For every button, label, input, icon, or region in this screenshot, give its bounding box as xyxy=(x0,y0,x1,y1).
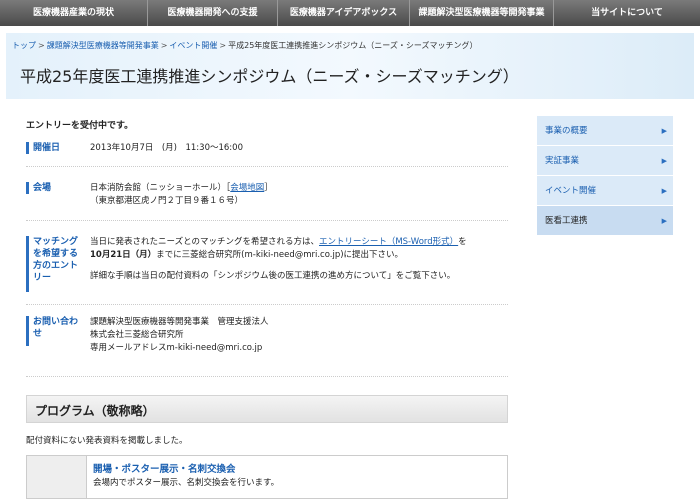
sidebar-item-label: イベント開催 xyxy=(545,186,597,196)
nav-item-development-support[interactable]: 医療機器開発への支援 xyxy=(148,0,278,26)
divider xyxy=(26,304,508,305)
program-item-title: 開場・ポスター展示・名刺交換会 xyxy=(93,464,236,475)
contact-label: お問い合わせ xyxy=(26,316,80,346)
nav-item-idea-box[interactable]: 医療機器アイデアボックス xyxy=(278,0,410,26)
sidebar-item-demonstration[interactable]: 実証事業 ▶ xyxy=(537,146,673,176)
arrow-right-icon: ▶ xyxy=(661,187,667,195)
nav-item-solution-project[interactable]: 課題解決型医療機器等開発事業 xyxy=(410,0,554,26)
venue-address: （東京都港区虎ノ門２丁目９番１６号） xyxy=(90,196,244,206)
date-label: 開催日 xyxy=(26,142,80,154)
venue-map-link[interactable]: 会場地図 xyxy=(230,183,264,193)
sidebar-item-overview[interactable]: 事業の概要 ▶ xyxy=(537,116,673,146)
venue-label: 会場 xyxy=(26,182,80,194)
sidebar: 事業の概要 ▶ 実証事業 ▶ イベント開催 ▶ 医看工連携 ▶ xyxy=(537,116,673,236)
sidebar-item-nursing-engineering[interactable]: 医看工連携 ▶ xyxy=(537,206,673,236)
sidebar-item-events[interactable]: イベント開催 ▶ xyxy=(537,176,673,206)
entry-status-text: エントリーを受付中です。 xyxy=(26,121,134,131)
matching-text-pre: 当日に発表されたニーズとのマッチングを希望される方は、 xyxy=(90,237,319,247)
matching-text-mid: を xyxy=(458,237,467,247)
breadcrumb-current: 平成25年度医工連携推進シンポジウム（ニーズ・シーズマッチング） xyxy=(228,41,478,50)
matching-note: 詳細な手順は当日の配付資料の「シンポジウム後の医工連携の進め方について」をご覧下… xyxy=(90,271,456,281)
entry-sheet-link[interactable]: エントリーシート（MS-Word形式） xyxy=(319,237,458,247)
top-nav: 医療機器産業の現状 医療機器開発への支援 医療機器アイデアボックス 課題解決型医… xyxy=(0,0,700,26)
breadcrumb-link-events[interactable]: イベント開催 xyxy=(169,41,217,50)
page-title: 平成25年度医工連携推進シンポジウム（ニーズ・シーズマッチング） xyxy=(20,67,519,86)
divider xyxy=(26,166,508,167)
breadcrumb-separator: > xyxy=(38,41,45,50)
program-table: 開場・ポスター展示・名刺交換会 会場内でポスター展示、名刺交換会を行います。 xyxy=(26,455,508,499)
program-item-description: 会場内でポスター展示、名刺交換会を行います。 xyxy=(93,478,280,488)
nav-item-industry-status[interactable]: 医療機器産業の現状 xyxy=(0,0,148,26)
breadcrumb-link-top[interactable]: トップ xyxy=(12,41,36,50)
venue-bracket-close: ］ xyxy=(264,183,273,193)
date-value: 2013年10月7日 (月) 11:30～16:00 xyxy=(90,143,243,153)
arrow-right-icon: ▶ xyxy=(661,127,667,135)
program-title: プログラム（敬称略） xyxy=(35,404,155,418)
contact-line-1: 課題解決型医療機器等開発事業 管理支援法人 xyxy=(90,317,269,327)
sidebar-item-label: 事業の概要 xyxy=(545,126,588,136)
arrow-right-icon: ▶ xyxy=(661,217,667,225)
breadcrumb-separator: > xyxy=(219,41,227,50)
matching-text-post: までに三菱総合研究所(m-kiki-need@mri.co.jp)に提出下さい。 xyxy=(156,250,404,260)
page-header: トップ > 課題解決型医療機器等開発事業 > イベント開催 > 平成25年度医工連携推進シン… xyxy=(6,33,694,99)
breadcrumb: トップ > 課題解決型医療機器等開発事業 > イベント開催 > 平成25年度医工連携推進シン… xyxy=(12,40,478,51)
divider xyxy=(26,220,508,221)
matching-value: 当日に発表されたニーズとのマッチングを希望される方は、エントリーシート（MS-W… xyxy=(90,236,510,283)
nav-item-about-site[interactable]: 当サイトについて xyxy=(554,0,700,26)
venue-value: 日本消防会館（ニッショーホール）［会場地図］ （東京都港区虎ノ門２丁目９番１６号… xyxy=(90,182,510,208)
sidebar-item-label: 実証事業 xyxy=(545,156,580,166)
program-note: 配付資料にない発表資料を掲載しました。 xyxy=(26,436,188,446)
breadcrumb-link-project[interactable]: 課題解決型医療機器等開発事業 xyxy=(47,41,159,50)
arrow-right-icon: ▶ xyxy=(661,157,667,165)
matching-label: マッチングを希望する方のエントリー xyxy=(26,236,80,292)
program-time-cell xyxy=(27,456,87,498)
sidebar-item-label: 医看工連携 xyxy=(545,216,588,226)
divider xyxy=(26,376,508,377)
breadcrumb-separator: > xyxy=(160,41,168,50)
contact-line-2: 株式会社三菱総合研究所 xyxy=(90,330,184,340)
venue-name: 日本消防会館（ニッショーホール）［ xyxy=(90,183,231,193)
contact-line-3: 専用メールアドレスm-kiki-need@mri.co.jp xyxy=(90,343,263,353)
contact-value: 課題解決型医療機器等開発事業 管理支援法人 株式会社三菱総合研究所 専用メールア… xyxy=(90,316,510,355)
deadline-text: 10月21日（月） xyxy=(90,250,157,260)
program-header: プログラム（敬称略） xyxy=(26,395,508,423)
